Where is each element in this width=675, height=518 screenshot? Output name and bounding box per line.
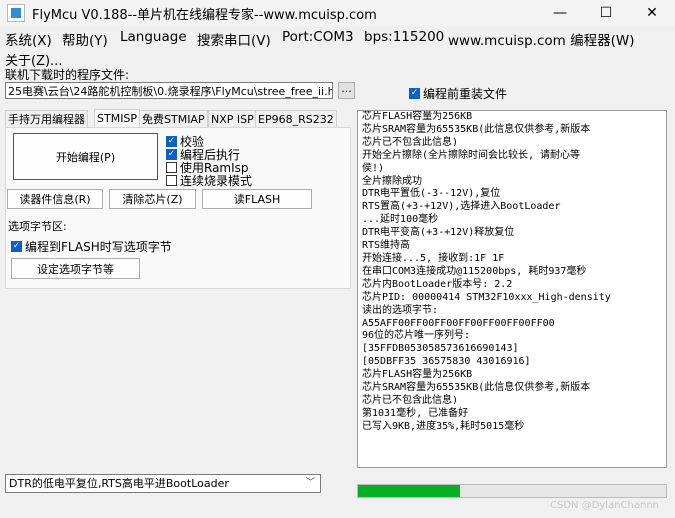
log-line: 芯片FLASH容量为256KB (362, 111, 473, 122)
write-option-bytes-checkbox[interactable]: ✓ 编程到FLASH时写选项字节 (11, 238, 172, 255)
log-line: [05DBFF35 36575830 43016916] (362, 356, 531, 368)
reset-mode-value: DTR的低电平复位,RTS高电平进BootLoader (9, 477, 229, 490)
log-line: 芯片PID: 00000414 STM32F10xxx_High-density (362, 291, 611, 303)
log-line: 已写入9KB,进度35%,耗时5015毫秒 (362, 420, 525, 432)
read-flash-button[interactable]: 读FLASH (202, 189, 312, 209)
log-line: 96位的芯片唯一序列号: (362, 330, 471, 342)
menu-help[interactable]: 帮助(Y) (62, 29, 108, 49)
maximize-button[interactable]: ☐ (583, 0, 629, 26)
tab-nxp-isp[interactable]: NXP ISP (208, 110, 257, 127)
log-line: [35FFDB053058573616690143] (362, 343, 519, 355)
log-line: 芯片已不包含此信息) (362, 136, 459, 148)
continuous-burn-checkbox[interactable]: 连续烧录模式 (166, 172, 252, 189)
log-line: 读出的选项字节: (362, 304, 439, 316)
tab-free-stmiap[interactable]: 免费STMIAP (139, 110, 208, 127)
log-line: 芯片已不包含此信息) (362, 394, 459, 406)
tab-ep968[interactable]: EP968_RS232 (255, 110, 337, 127)
log-line: 芯片SRAM容量为65535KB(此信息仅供参考,新版本 (362, 123, 591, 135)
log-lines: 芯片FLASH容量为256KB 芯片SRAM容量为65535KB(此信息仅供参考,… (362, 111, 666, 434)
tab-handheld[interactable]: 手持万用编程器 (5, 110, 88, 127)
set-option-bytes-button[interactable]: 设定选项字节等 (11, 258, 140, 279)
menu-bar: 系统(X) 帮助(Y) Language 搜索串口(V) Port:COM3 b… (0, 26, 675, 49)
menu-system[interactable]: 系统(X) (5, 29, 52, 49)
progress-fill (358, 485, 460, 497)
menu-search-port[interactable]: 搜索串口(V) (197, 29, 271, 49)
checkbox-checked-icon: ✓ (11, 241, 22, 252)
menu-bps[interactable]: bps:115200 (364, 29, 444, 45)
close-button[interactable]: ✕ (629, 0, 675, 26)
checkbox-checked-icon: ✓ (409, 88, 420, 99)
chevron-down-icon: ﹀ (305, 478, 315, 488)
read-device-info-button[interactable]: 读器件信息(R) (7, 189, 103, 209)
log-output[interactable]: 芯片FLASH容量为256KB 芯片SRAM容量为65535KB(此信息仅供参考,… (357, 110, 667, 468)
continuous-burn-label: 连续烧录模式 (180, 174, 253, 188)
log-line: 侯!) (362, 162, 385, 174)
tab-stmisp[interactable]: STMISP (94, 109, 141, 127)
log-line: 开始连接...5, 接收到:1F 1F (362, 252, 505, 264)
menu-port[interactable]: Port:COM3 (282, 29, 354, 45)
option-bytes-title: 选项字节区: (8, 220, 67, 233)
program-file-label: 联机下载时的程序文件: (5, 68, 130, 82)
log-line: 芯片FLASH容量为256KB (362, 369, 473, 381)
browse-button[interactable]: ... (338, 82, 355, 99)
log-line: A55AFF00FF00FF00FF00FF00FF00FF00 (362, 317, 555, 329)
window-title: FlyMcu V0.188--单片机在线编程专家--www.mcuisp.com (32, 8, 377, 23)
log-line: 第1031毫秒, 已准备好 (362, 407, 469, 419)
log-line: RTS维持高 (362, 240, 411, 252)
write-option-bytes-label: 编程到FLASH时写选项字节 (25, 240, 172, 254)
progress-bar (357, 484, 667, 498)
reload-before-program-checkbox[interactable]: ✓ 编程前重装文件 (409, 85, 507, 102)
menu-programmer[interactable]: www.mcuisp.com 编程器(W) (448, 29, 634, 49)
reload-before-program-label: 编程前重装文件 (423, 87, 508, 101)
log-line: 开始全片擦除(全片擦除时间会比较长, 请耐心等 (362, 149, 581, 161)
start-program-button[interactable]: 开始编程(P) (13, 133, 158, 180)
reset-mode-select[interactable]: DTR的低电平复位,RTS高电平进BootLoader ﹀ (5, 474, 321, 493)
checkbox-unchecked-icon (166, 175, 177, 186)
program-file-path[interactable]: 25电赛\云台\24路舵机控制板\0.烧录程序\FlyMcu\stree_fre… (5, 82, 333, 99)
app-icon (7, 4, 25, 22)
log-line: 在串口COM3连接成功@115200bps, 耗时937毫秒 (362, 265, 587, 277)
erase-chip-button[interactable]: 清除芯片(Z) (109, 189, 196, 209)
log-line: RTS置高(+3-+12V),选择进入BootLoader (362, 201, 561, 213)
minimize-button[interactable]: — (537, 0, 583, 26)
log-line: DTR电平变高(+3-+12V)释放复位 (362, 227, 515, 239)
watermark: CSDN @DylanChannn (550, 500, 660, 511)
log-line: ...延时100毫秒 (362, 214, 439, 226)
log-line: 芯片SRAM容量为65535KB(此信息仅供参考,新版本 (362, 382, 591, 394)
log-line: 芯片内BootLoader版本号: 2.2 (362, 278, 513, 290)
title-bar: FlyMcu V0.188--单片机在线编程专家--www.mcuisp.com… (0, 0, 675, 26)
log-line: DTR电平置低(-3--12V),复位 (362, 188, 501, 200)
menu-language[interactable]: Language (120, 29, 187, 45)
log-line: 全片擦除成功 (362, 175, 422, 187)
